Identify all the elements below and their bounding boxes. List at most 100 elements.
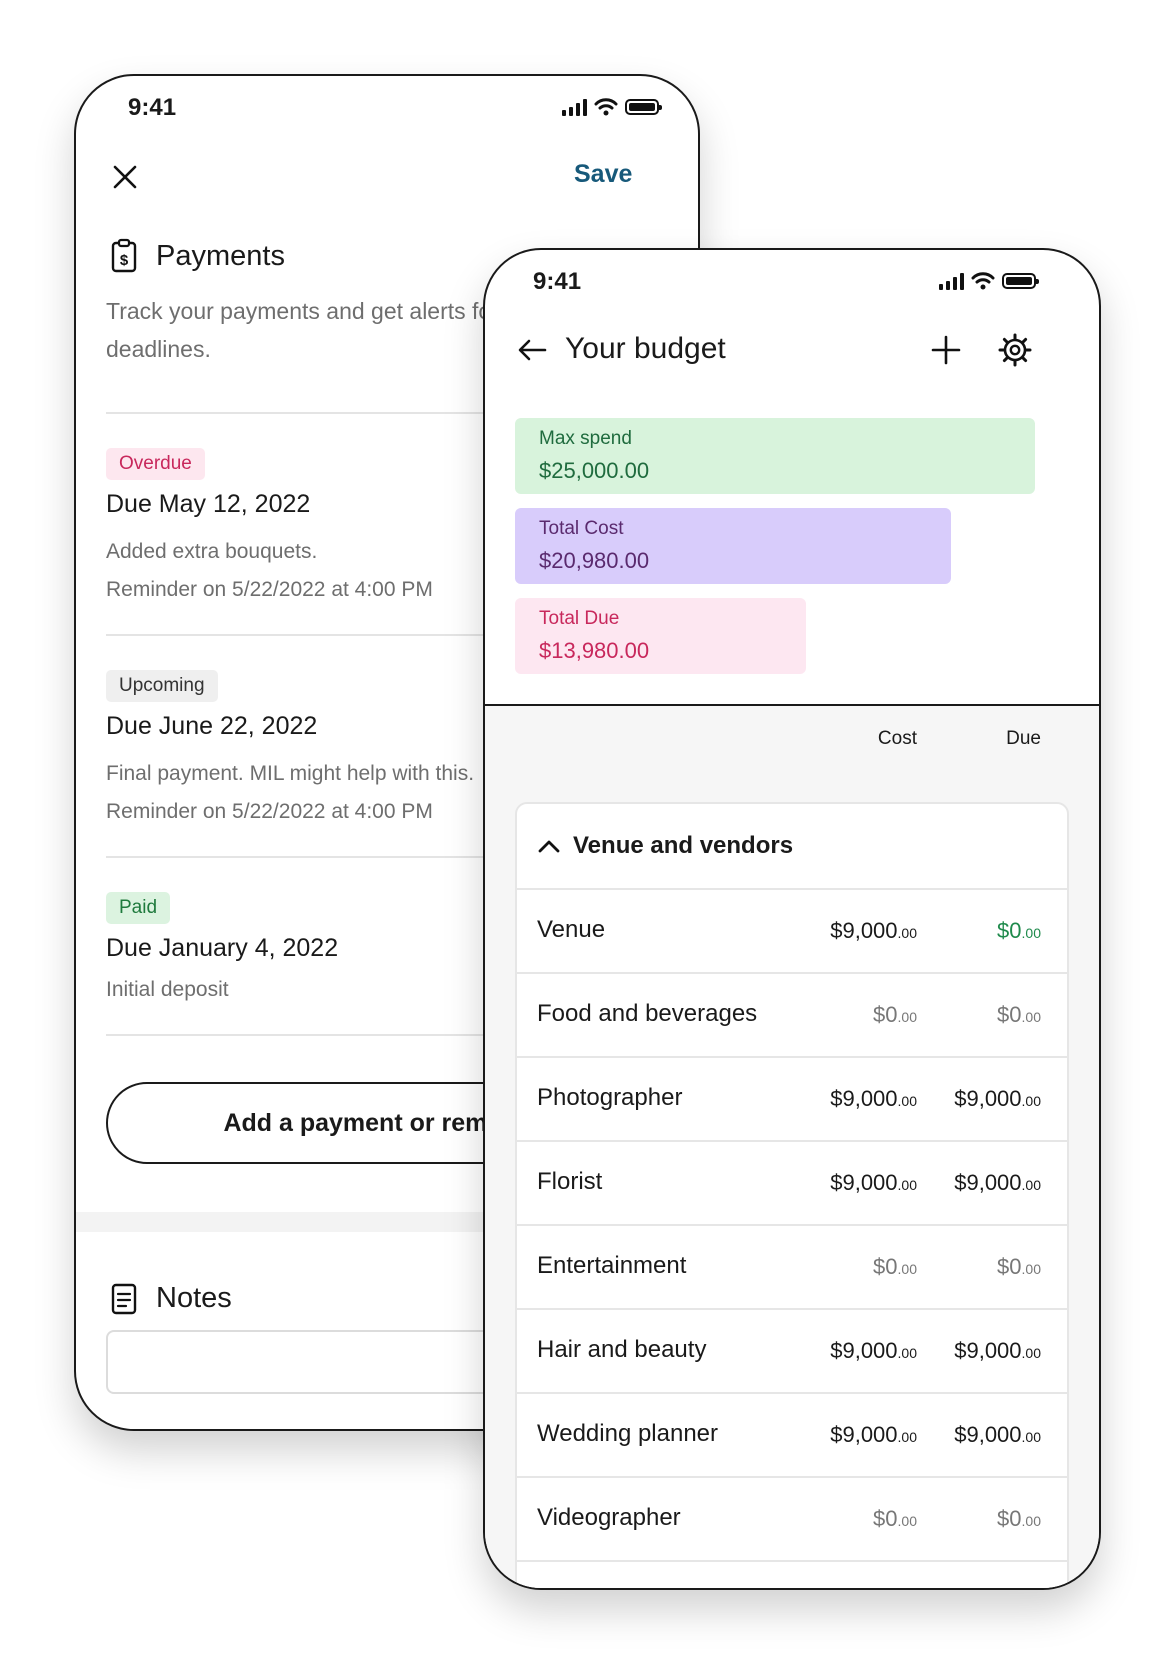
payment-due-date[interactable]: Due May 12, 2022 <box>106 490 310 519</box>
budget-title: Your budget <box>565 332 726 365</box>
budget-row-due: $0.00 <box>997 1254 1041 1280</box>
due-amount: $0 <box>997 918 1022 943</box>
close-icon[interactable] <box>112 164 138 190</box>
payments-description-line1: Track your payments and get alerts for <box>106 298 499 324</box>
group-title: Venue and vendors <box>573 832 794 859</box>
chevron-up-icon <box>538 840 560 853</box>
cost-amount: $9,000 <box>830 1170 898 1195</box>
due-amount: $9,000 <box>954 1338 1022 1363</box>
due-cents: .00 <box>1021 1513 1041 1529</box>
due-amount: $0 <box>997 1002 1022 1027</box>
total-due-value: $13,980.00 <box>539 638 650 663</box>
due-cents: .00 <box>1021 1345 1041 1361</box>
budget-row-due: $9,000.00 <box>954 1338 1041 1364</box>
budget-row-name: Photographer <box>537 1084 683 1111</box>
payment-reminder: Reminder on 5/22/2022 at 4:00 PM <box>106 578 433 601</box>
status-badge-upcoming: Upcoming <box>106 670 218 702</box>
budget-row-name: Venue <box>537 916 606 943</box>
wifi-icon <box>971 272 995 290</box>
cost-cents: .00 <box>897 1261 917 1277</box>
budget-row-cost: $9,000.00 <box>830 1086 917 1112</box>
signal-icon <box>562 98 587 116</box>
cost-cents: .00 <box>897 1345 917 1361</box>
budget-row[interactable]: Venue $9,000.00 $0.00 <box>517 890 1067 974</box>
cost-amount: $0 <box>873 1254 898 1279</box>
max-spend-value: $25,000.00 <box>539 458 650 483</box>
budget-row-cost: $9,000.00 <box>830 1170 917 1196</box>
total-cost-value: $20,980.00 <box>539 548 650 573</box>
payment-note: Final payment. MIL might help with this. <box>106 762 475 785</box>
payments-title: Payments <box>156 240 285 272</box>
wifi-icon <box>594 98 618 116</box>
payment-note: Added extra bouquets. <box>106 540 318 563</box>
budget-row-name: Entertainment <box>537 1252 687 1279</box>
notes-title: Notes <box>156 1282 232 1314</box>
budget-row-name: Wedding planner <box>537 1420 719 1447</box>
battery-icon <box>1002 273 1039 289</box>
plus-icon[interactable] <box>931 335 961 365</box>
status-badge-overdue: Overdue <box>106 448 205 480</box>
payment-reminder: Reminder on 5/22/2022 at 4:00 PM <box>106 800 433 823</box>
status-time: 9:41 <box>533 268 582 295</box>
budget-row-name: Food and beverages <box>537 1000 758 1027</box>
group-header[interactable]: Venue and vendors <box>517 804 1067 890</box>
cost-amount: $0 <box>873 1002 898 1027</box>
cost-cents: .00 <box>897 1093 917 1109</box>
due-cents: .00 <box>1021 1429 1041 1445</box>
budget-row-cost: $0.00 <box>873 1506 917 1532</box>
svg-text:$: $ <box>120 252 129 269</box>
due-amount: $0 <box>997 1254 1022 1279</box>
cost-cents: .00 <box>897 1009 917 1025</box>
total-cost-card: Total Cost $20,980.00 <box>515 508 951 584</box>
budget-group-card: Venue and vendors Venue $9,000.00 $0.00 Foo… <box>515 802 1069 1588</box>
due-amount: $9,000 <box>954 1170 1022 1195</box>
due-cents: .00 <box>1021 1009 1041 1025</box>
due-cents: .00 <box>1021 925 1041 941</box>
cost-cents: .00 <box>897 1177 917 1193</box>
budget-row[interactable]: Photographer $9,000.00 $9,000.00 <box>517 1058 1067 1142</box>
total-due-card: Total Due $13,980.00 <box>515 598 806 674</box>
budget-row[interactable]: Florist $9,000.00 $9,000.00 <box>517 1142 1067 1226</box>
budget-row-due: $9,000.00 <box>954 1422 1041 1448</box>
budget-row-due: $9,000.00 <box>954 1086 1041 1112</box>
budget-row-name: Florist <box>537 1168 603 1195</box>
cost-cents: .00 <box>897 1429 917 1445</box>
due-amount: $0 <box>997 1506 1022 1531</box>
cost-amount: $9,000 <box>830 1086 898 1111</box>
due-cents: .00 <box>1021 1261 1041 1277</box>
status-badge-paid: Paid <box>106 892 171 924</box>
battery-icon <box>625 99 662 115</box>
max-spend-card: Max spend $25,000.00 <box>515 418 1035 494</box>
due-cents: .00 <box>1021 1093 1041 1109</box>
budget-row[interactable]: Videographer $0.00 $0.00 <box>517 1478 1067 1562</box>
cost-cents: .00 <box>897 1513 917 1529</box>
budget-row[interactable]: Wedding planner $9,000.00 $9,000.00 <box>517 1394 1067 1478</box>
due-cents: .00 <box>1021 1177 1041 1193</box>
total-due-label: Total Due <box>539 608 620 629</box>
save-button[interactable]: Save <box>574 160 632 189</box>
budget-row-due: $0.00 <box>997 1002 1041 1028</box>
cost-amount: $9,000 <box>830 1422 898 1447</box>
receipt-dollar-icon: $ <box>111 238 137 273</box>
status-icons <box>562 98 662 116</box>
payment-due-date[interactable]: Due January 4, 2022 <box>106 934 338 963</box>
document-icon <box>111 1283 137 1315</box>
budget-row-due: $0.00 <box>997 1506 1041 1532</box>
budget-row-name: Videographer <box>537 1504 681 1531</box>
column-header-cost: Cost <box>877 728 917 749</box>
budget-row[interactable]: Hair and beauty $9,000.00 $9,000.00 <box>517 1310 1067 1394</box>
cost-cents: .00 <box>897 925 917 941</box>
gear-icon[interactable] <box>997 332 1033 368</box>
total-cost-label: Total Cost <box>539 518 624 539</box>
budget-row[interactable]: Food and beverages $0.00 $0.00 <box>517 974 1067 1058</box>
budget-row-cost: $9,000.00 <box>830 1338 917 1364</box>
budget-row[interactable]: Entertainment $0.00 $0.00 <box>517 1226 1067 1310</box>
status-time: 9:41 <box>128 94 177 121</box>
max-spend-label: Max spend <box>539 428 632 449</box>
payment-due-date[interactable]: Due June 22, 2022 <box>106 712 317 741</box>
budget-row-due: $0.00 <box>997 918 1041 944</box>
status-icons <box>939 272 1039 290</box>
budget-row-cost: $9,000.00 <box>830 1422 917 1448</box>
arrow-left-icon[interactable] <box>517 338 547 362</box>
budget-phone: 9:41 Your budget Max spend $25,000.00 To… <box>483 248 1101 1590</box>
